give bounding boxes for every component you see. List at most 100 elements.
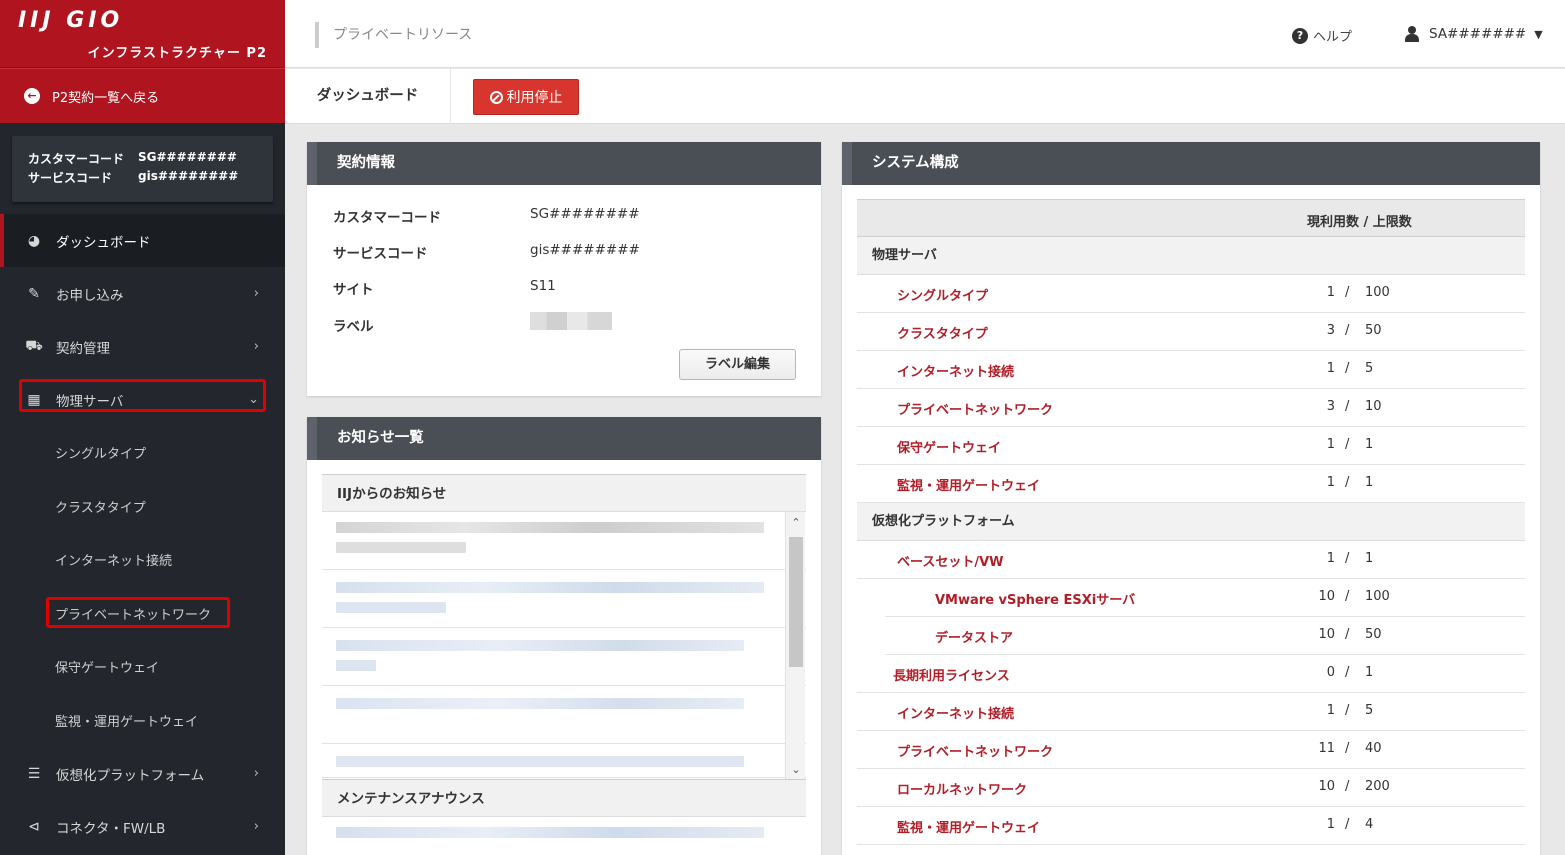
current-count: 1: [1326, 285, 1335, 300]
table-row: クラスタタイプ 3 / 50: [857, 313, 1525, 351]
edit-icon: ✎: [28, 285, 40, 302]
current-count: 1: [1326, 361, 1335, 376]
sidebar-subitem-private-network[interactable]: プライベートネットワーク: [0, 587, 285, 641]
contract-key: サイト: [333, 282, 374, 298]
iij-gio-logo: IIJ GIO: [18, 8, 124, 33]
notice-group-title: IIJからのお知らせ: [322, 474, 806, 512]
resource-link[interactable]: VMware vSphere ESXiサーバ: [935, 589, 1135, 608]
scroll-up-icon[interactable]: ⌃: [786, 516, 806, 529]
table-category-row: 物理サーバ: [857, 237, 1525, 275]
sidebar-subitem-single-type[interactable]: シングルタイプ: [0, 426, 285, 480]
caret-down-icon: ▼: [1534, 27, 1543, 41]
max-count: 40: [1365, 741, 1382, 756]
resource-link[interactable]: ローカルネットワーク: [897, 779, 1027, 798]
list-item[interactable]: [322, 512, 806, 570]
resource-link[interactable]: 長期利用ライセンス: [893, 665, 1010, 684]
resource-link[interactable]: データストア: [935, 627, 1013, 646]
sidebar-subitem-cluster-type[interactable]: クラスタタイプ: [0, 480, 285, 534]
current-count: 3: [1326, 399, 1335, 414]
edit-label-button[interactable]: ラベル編集: [679, 349, 796, 380]
list-item[interactable]: [322, 686, 806, 744]
resource-link[interactable]: インターネット接続: [897, 703, 1014, 722]
current-count: 3: [1326, 323, 1335, 338]
list-item[interactable]: [322, 628, 806, 686]
user-menu[interactable]: SA####### ▼: [1405, 26, 1543, 42]
stop-service-button[interactable]: 利用停止: [473, 79, 579, 115]
current-count: 1: [1326, 703, 1335, 718]
sidebar-item-contract-management[interactable]: ⛟ 契約管理 ›: [0, 320, 285, 373]
resource-link[interactable]: インターネット接続: [897, 361, 1014, 380]
notices-panel: お知らせ一覧 IIJからのお知らせ ⌃ ⌄ メンテナンスアナウンス: [307, 417, 821, 855]
back-to-contract-list-link[interactable]: ← P2契約一覧へ戻る: [0, 68, 285, 123]
sidebar-item-label: 仮想化プラットフォーム: [56, 767, 205, 784]
sidebar-item-label: お申し込み: [56, 287, 124, 304]
label-value-redacted: [530, 312, 612, 330]
notices-scrollbar[interactable]: ⌃ ⌄: [785, 512, 805, 780]
sidebar-item-label: 契約管理: [56, 340, 110, 357]
user-name: SA#######: [1429, 26, 1527, 42]
list-item[interactable]: [322, 570, 806, 628]
help-link[interactable]: ? ヘルプ: [1292, 26, 1352, 45]
max-count: 1: [1365, 437, 1374, 452]
back-label: P2契約一覧へ戻る: [52, 90, 160, 106]
table-row: 長期利用ライセンス 0 / 1: [857, 655, 1525, 693]
sidebar-item-physical-server[interactable]: ▦ 物理サーバ ⌄: [0, 373, 285, 426]
customer-code-label: カスタマーコード: [28, 152, 125, 166]
sidebar-item-virtualization-platform[interactable]: ☰ 仮想化プラットフォーム ›: [0, 747, 285, 800]
service-code-value: gis########: [138, 169, 239, 183]
resource-link[interactable]: 監視・運用ゲートウェイ: [897, 475, 1040, 494]
chevron-right-icon: ›: [253, 819, 259, 834]
brand-header: IIJ GIO インフラストラクチャー P2: [0, 0, 285, 68]
max-count: 100: [1365, 285, 1390, 300]
resource-link[interactable]: 保守ゲートウェイ: [897, 437, 1001, 456]
table-header: 現利用数 / 上限数: [857, 199, 1525, 237]
help-label: ヘルプ: [1313, 30, 1353, 45]
max-count: 100: [1365, 589, 1390, 604]
list-item[interactable]: [322, 817, 806, 855]
count-separator: /: [1345, 551, 1350, 566]
sidebar-subitem-monitoring-gateway[interactable]: 監視・運用ゲートウェイ: [0, 694, 285, 748]
breadcrumb: プライベートリソース: [315, 22, 472, 48]
panel-title: システム構成: [842, 142, 1540, 185]
scrollbar-thumb[interactable]: [789, 537, 803, 667]
resource-link[interactable]: シングルタイプ: [897, 285, 988, 304]
resource-link[interactable]: ベースセット/VW: [897, 551, 1004, 570]
max-count: 1: [1365, 475, 1374, 490]
sidebar-subitem-internet-connection[interactable]: インターネット接続: [0, 533, 285, 587]
current-count: 1: [1326, 475, 1335, 490]
customer-code-value: SG########: [138, 150, 237, 164]
max-count: 1: [1365, 551, 1374, 566]
sidebar-subitem-label: 監視・運用ゲートウェイ: [55, 714, 199, 730]
resource-link[interactable]: 監視・運用ゲートウェイ: [897, 817, 1040, 836]
current-count: 10: [1318, 779, 1335, 794]
sidebar-item-dashboard[interactable]: ◕ ダッシュボード: [0, 214, 285, 267]
stop-service-label: 利用停止: [506, 90, 563, 106]
table-row: インターネット接続 1 / 5: [857, 351, 1525, 389]
sidebar-subitem-maintenance-gateway[interactable]: 保守ゲートウェイ: [0, 640, 285, 694]
count-separator: /: [1345, 589, 1350, 604]
panel-title: 契約情報: [307, 142, 821, 185]
scroll-down-icon[interactable]: ⌄: [786, 763, 806, 776]
list-item[interactable]: [322, 744, 806, 778]
sidebar-item-connector-fw-lb[interactable]: ⊲ コネクタ・FW/LB ›: [0, 800, 285, 853]
current-count: 1: [1326, 437, 1335, 452]
resource-link[interactable]: クラスタタイプ: [897, 323, 988, 342]
max-count: 5: [1365, 703, 1374, 718]
dashboard-icon: ◕: [27, 232, 41, 249]
table-category-row: 仮想化プラットフォーム: [857, 503, 1525, 541]
resource-link[interactable]: プライベートネットワーク: [897, 399, 1053, 418]
system-configuration-panel: システム構成 現利用数 / 上限数 物理サーバシングルタイプ 1 / 100 クラスタタ…: [842, 142, 1540, 855]
table-row: プライベートネットワーク 11 / 40: [857, 731, 1525, 769]
table-row: 保守ゲートウェイ 1 / 1: [857, 427, 1525, 465]
sidebar-subitem-label: クラスタタイプ: [55, 500, 146, 516]
top-header: プライベートリソース ? ヘルプ SA####### ▼: [285, 0, 1565, 68]
iij-notices-group: IIJからのお知らせ ⌃ ⌄: [322, 474, 806, 780]
question-circle-icon: ?: [1292, 27, 1308, 44]
resource-link[interactable]: プライベートネットワーク: [897, 741, 1053, 760]
sidebar-subitem-label: シングルタイプ: [55, 447, 147, 463]
count-separator: /: [1345, 285, 1350, 300]
count-separator: /: [1345, 323, 1350, 338]
sidebar-item-application[interactable]: ✎ お申し込み ›: [0, 267, 285, 320]
max-count: 50: [1365, 323, 1382, 338]
current-count: 1: [1326, 817, 1335, 832]
